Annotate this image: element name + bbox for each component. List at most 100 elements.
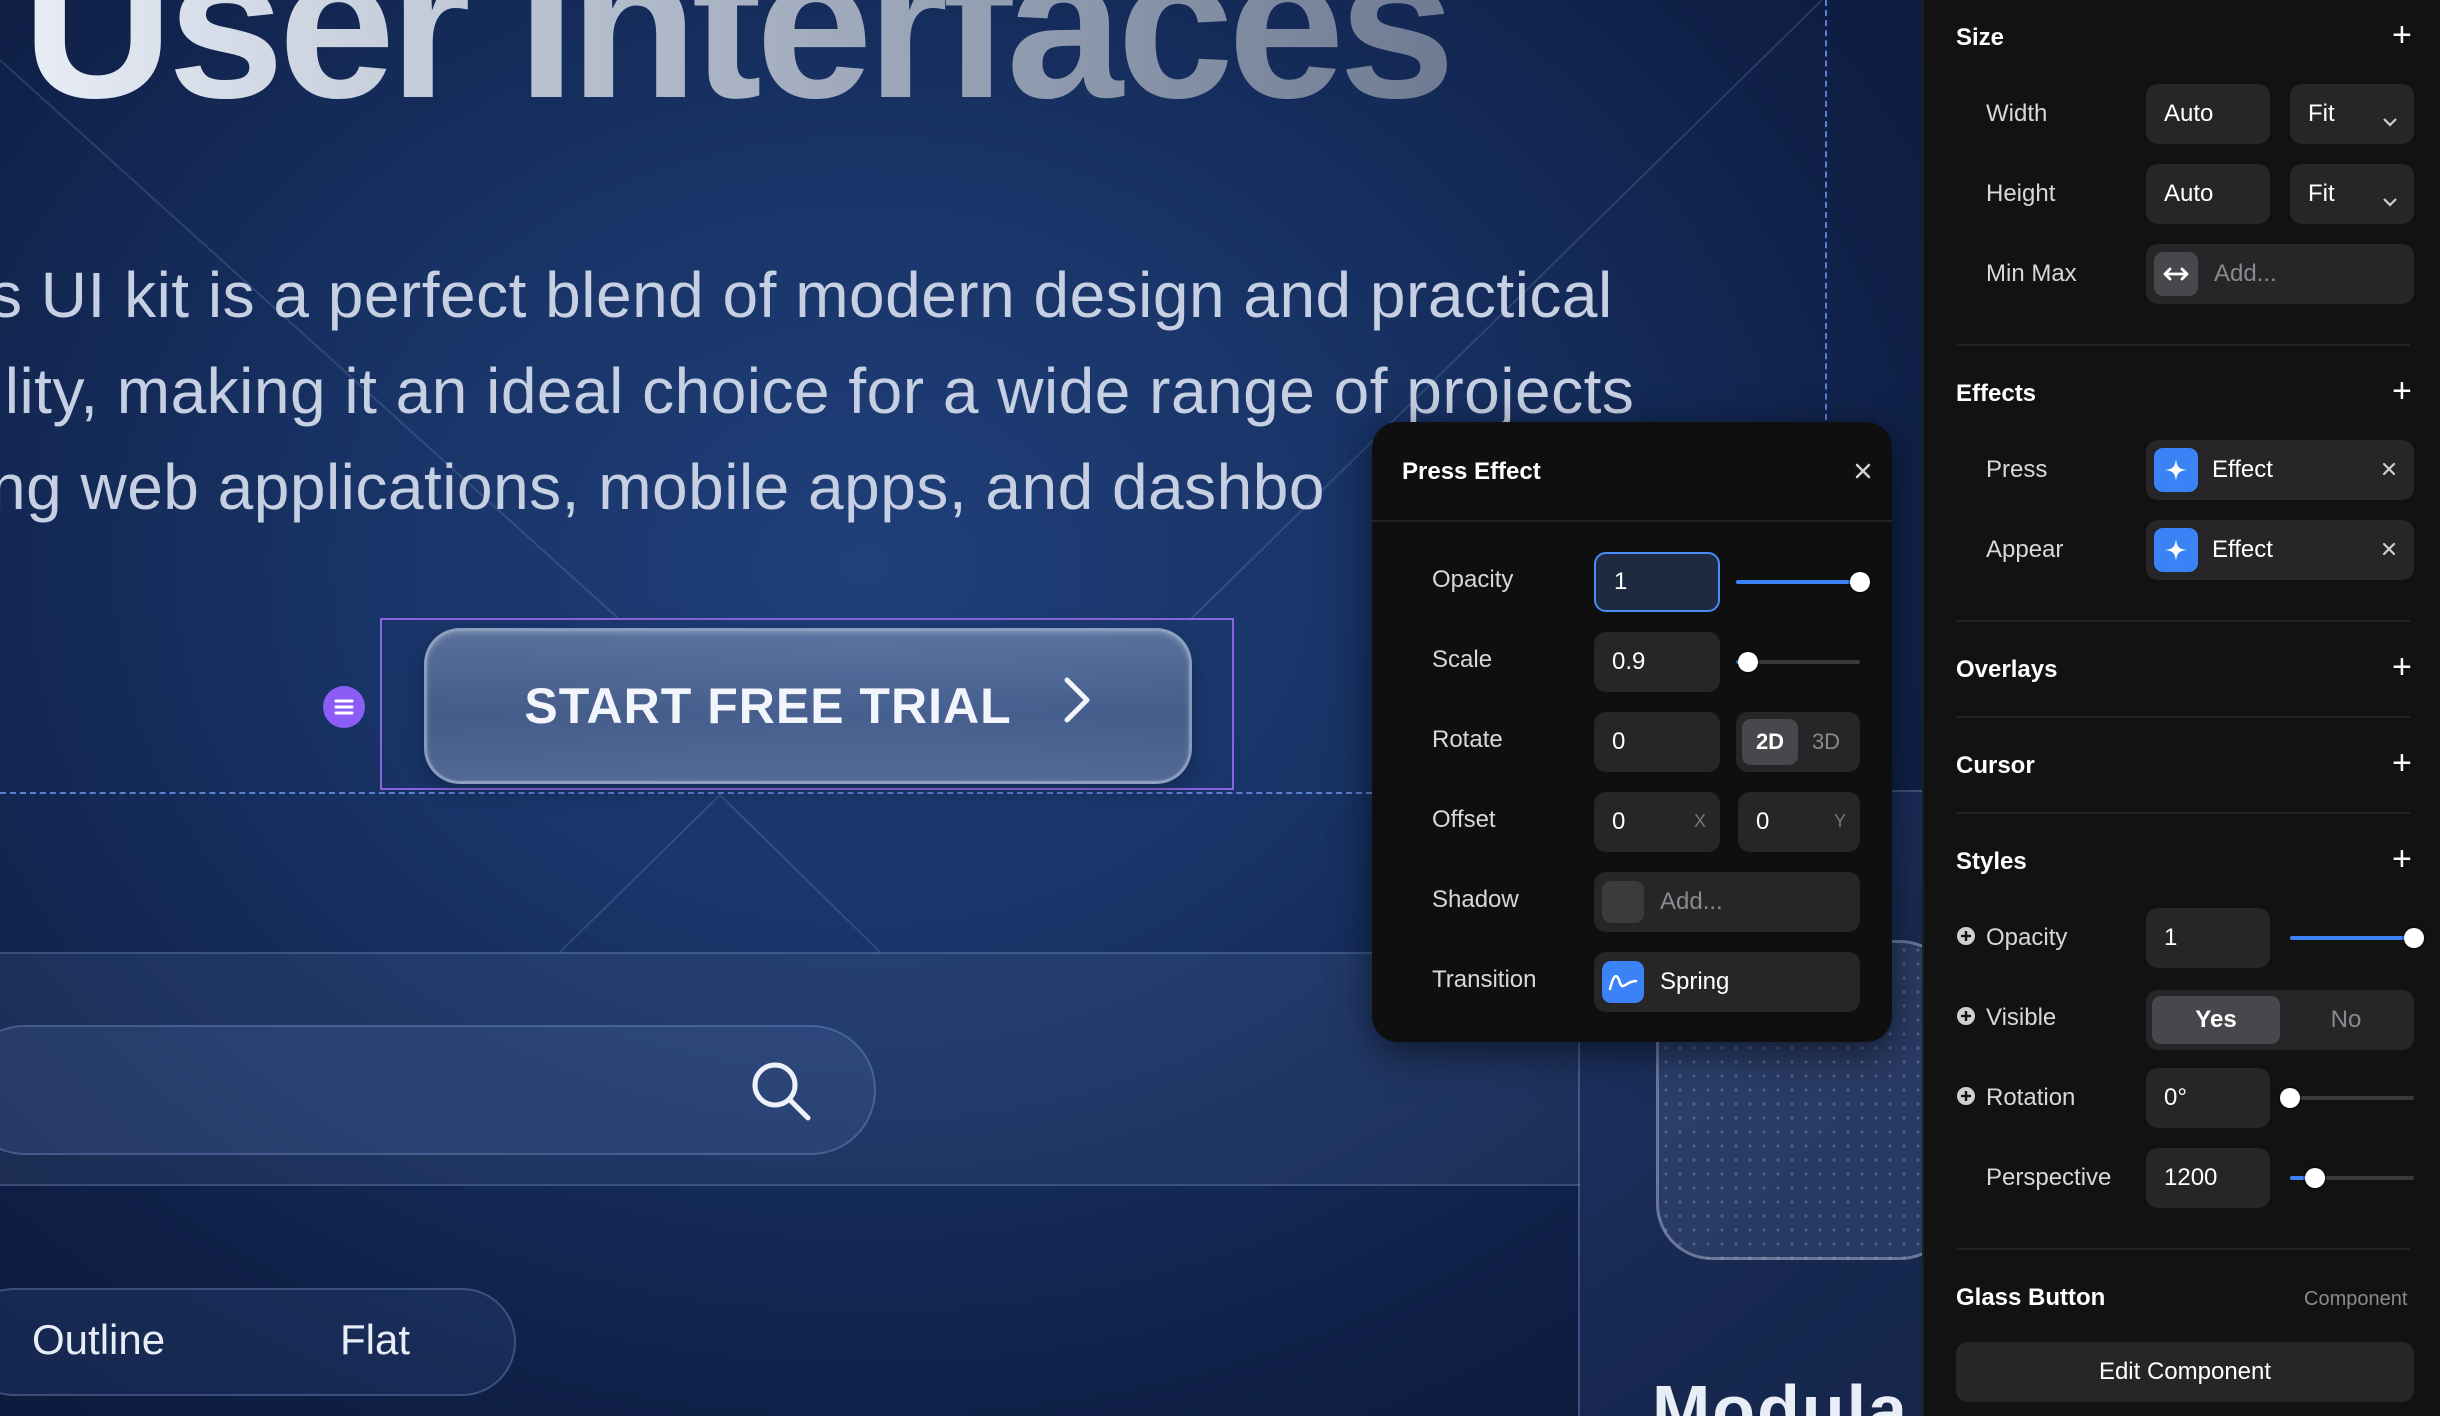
menu-handle-icon[interactable] xyxy=(323,686,365,728)
plus-circle-icon[interactable] xyxy=(1956,926,1976,946)
effect-press-chip[interactable]: Effect xyxy=(2146,440,2414,500)
offset-x-value: 0 xyxy=(1612,808,1626,835)
start-free-trial-button[interactable]: START FREE TRIAL xyxy=(424,628,1192,784)
width-mode-select[interactable]: Fit xyxy=(2290,84,2414,144)
visible-yes[interactable]: Yes xyxy=(2152,996,2280,1044)
plus-icon[interactable]: + xyxy=(2392,650,2412,684)
height-mode-select[interactable]: Fit xyxy=(2290,164,2414,224)
width-input[interactable]: Auto xyxy=(2146,84,2270,144)
rotation-input[interactable]: 0° xyxy=(2146,1068,2270,1128)
transition-select[interactable]: Spring xyxy=(1594,952,1860,1012)
divider xyxy=(1956,716,2410,718)
press-effect-popover: Press Effect Opacity 1 Scale 0.9 Rotate … xyxy=(1372,422,1892,1042)
divider xyxy=(1956,344,2410,346)
opacity-input[interactable]: 1 xyxy=(1594,552,1720,612)
height-label: Height xyxy=(1986,180,2056,207)
component-tag: Component xyxy=(2304,1288,2408,1310)
segment-flat[interactable]: Flat xyxy=(340,1316,410,1364)
size-section-title: Size xyxy=(1956,24,2005,51)
offset-y-value: 0 xyxy=(1756,808,1770,835)
plus-icon[interactable]: + xyxy=(2392,842,2412,876)
height-input[interactable]: Auto xyxy=(2146,164,2270,224)
minmax-input[interactable]: Add... xyxy=(2146,244,2414,304)
description-line-3: ng web applications, mobile apps, and da… xyxy=(0,451,1325,523)
close-icon[interactable] xyxy=(2378,458,2400,480)
popover-title: Press Effect xyxy=(1402,458,1541,485)
search-icon[interactable] xyxy=(748,1058,814,1129)
visible-label: Visible xyxy=(1986,1004,2057,1031)
frame-guide-vertical xyxy=(1825,0,1827,440)
opacity-slider-thumb[interactable] xyxy=(1850,572,1870,592)
offset-y-axis-label: Y xyxy=(1833,811,1846,831)
divider xyxy=(1956,620,2410,622)
plus-icon[interactable]: + xyxy=(2392,18,2412,52)
edit-component-button[interactable]: Edit Component xyxy=(1956,1342,2414,1402)
plus-icon[interactable]: + xyxy=(2392,746,2412,780)
rotate-label: Rotate xyxy=(1432,726,1503,753)
resize-horizontal-icon xyxy=(2154,252,2198,296)
plus-icon[interactable]: + xyxy=(2392,374,2412,408)
visible-no[interactable]: No xyxy=(2282,996,2410,1044)
description-line-2: ility, making it an ideal choice for a w… xyxy=(0,355,1635,427)
close-icon[interactable] xyxy=(1850,458,1876,484)
opacity-slider-fill xyxy=(1736,580,1860,584)
chevron-down-icon xyxy=(2382,187,2398,215)
effect-appear-chip[interactable]: Effect xyxy=(2146,520,2414,580)
plus-circle-icon[interactable] xyxy=(1956,1086,1976,1106)
perspective-input[interactable]: 1200 xyxy=(2146,1148,2270,1208)
segment-outline[interactable]: Outline xyxy=(32,1316,165,1364)
description-line-1: s UI kit is a perfect blend of modern de… xyxy=(0,259,1613,331)
rotation-label: Rotation xyxy=(1986,1084,2076,1111)
overlays-section-title: Overlays xyxy=(1956,656,2058,683)
rotation-track[interactable] xyxy=(2290,1096,2414,1100)
rotate-mode-3d[interactable]: 3D xyxy=(1798,719,1854,765)
height-mode-value: Fit xyxy=(2308,180,2335,207)
effect-press-value: Effect xyxy=(2212,456,2273,483)
sparkle-icon xyxy=(2154,528,2198,572)
rotate-input[interactable]: 0 xyxy=(1594,712,1720,772)
effect-appear-value: Effect xyxy=(2212,536,2273,563)
opacity-label: Opacity xyxy=(1432,566,1514,593)
visible-toggle: Yes No xyxy=(2146,990,2414,1050)
perspective-thumb[interactable] xyxy=(2305,1168,2325,1188)
hero-title: User Interfaces xyxy=(22,0,1455,130)
transition-label: Transition xyxy=(1432,966,1537,993)
perspective-label: Perspective xyxy=(1986,1164,2112,1191)
offset-x-input[interactable]: 0 X xyxy=(1594,792,1720,852)
close-icon[interactable] xyxy=(2378,538,2400,560)
scale-input[interactable]: 0.9 xyxy=(1594,632,1720,692)
shadow-color-swatch[interactable] xyxy=(1602,881,1644,923)
offset-label: Offset xyxy=(1432,806,1496,833)
width-mode-value: Fit xyxy=(2308,100,2335,127)
cursor-section-title: Cursor xyxy=(1956,752,2035,779)
spring-curve-icon xyxy=(1602,961,1644,1003)
rotation-thumb[interactable] xyxy=(2280,1088,2300,1108)
rotate-mode-2d[interactable]: 2D xyxy=(1742,719,1798,765)
width-label: Width xyxy=(1986,100,2048,127)
cta-label: START FREE TRIAL xyxy=(524,678,1012,734)
scale-label: Scale xyxy=(1432,646,1493,673)
styles-section-title: Styles xyxy=(1956,848,2027,875)
divider xyxy=(1956,812,2410,814)
effect-press-label: Press xyxy=(1986,456,2048,483)
chevron-right-icon xyxy=(1062,676,1092,736)
frame-guide-horizontal xyxy=(0,792,1372,794)
style-opacity-input[interactable]: 1 xyxy=(2146,908,2270,968)
sparkle-icon xyxy=(2154,448,2198,492)
shadow-label: Shadow xyxy=(1432,886,1519,913)
chevron-down-icon xyxy=(2382,107,2398,135)
scale-slider-thumb[interactable] xyxy=(1738,652,1758,672)
shadow-placeholder: Add... xyxy=(1660,888,1723,915)
effect-appear-label: Appear xyxy=(1986,536,2064,563)
shadow-input[interactable]: Add... xyxy=(1594,872,1860,932)
style-opacity-fill xyxy=(2290,936,2414,940)
search-bar[interactable] xyxy=(0,1025,876,1155)
style-opacity-thumb[interactable] xyxy=(2404,928,2424,948)
rotate-mode-toggle: 2D 3D xyxy=(1736,712,1860,772)
component-title: Glass Button xyxy=(1956,1284,2106,1311)
effects-section-title: Effects xyxy=(1956,380,2037,407)
minmax-placeholder: Add... xyxy=(2214,260,2277,287)
offset-y-input[interactable]: 0 Y xyxy=(1738,792,1860,852)
design-canvas[interactable]: User Interfaces s UI kit is a perfect bl… xyxy=(0,0,1922,1416)
plus-circle-icon[interactable] xyxy=(1956,1006,1976,1026)
